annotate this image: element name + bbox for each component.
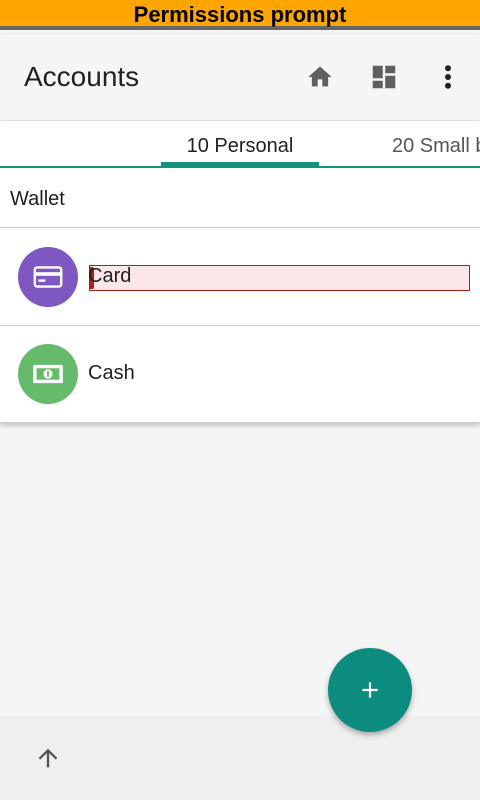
avatar [18,344,78,404]
dashboard-icon [372,65,396,89]
account-item-cash[interactable]: Cash [0,326,480,423]
add-icon [362,682,378,698]
tab-personal[interactable]: 10 Personal [161,121,319,166]
more-options-button[interactable] [416,34,480,120]
home-button[interactable] [288,34,352,120]
account-label: Card [88,265,132,287]
tab-bar: 10 Personal 20 Small b [0,121,480,168]
cash-icon [33,364,63,384]
dashboard-button[interactable] [352,34,416,120]
tab-small-business[interactable]: 20 Small b [392,121,480,166]
add-account-button[interactable] [328,648,412,732]
page-title: Accounts [24,61,140,92]
scroll-up-button[interactable] [28,738,68,778]
app-bar: Accounts [0,34,480,120]
arrow-up-icon [38,748,58,768]
home-icon [308,66,332,87]
selection-highlight [89,265,470,291]
avatar [18,247,78,307]
account-item-card[interactable]: Card [0,229,480,326]
permissions-banner: Permissions prompt [0,0,480,30]
credit-card-icon [33,266,63,288]
more-vert-icon [445,65,451,89]
account-label: Cash [88,362,135,384]
bottom-bar [0,716,480,800]
section-header-wallet: Wallet [0,168,480,228]
